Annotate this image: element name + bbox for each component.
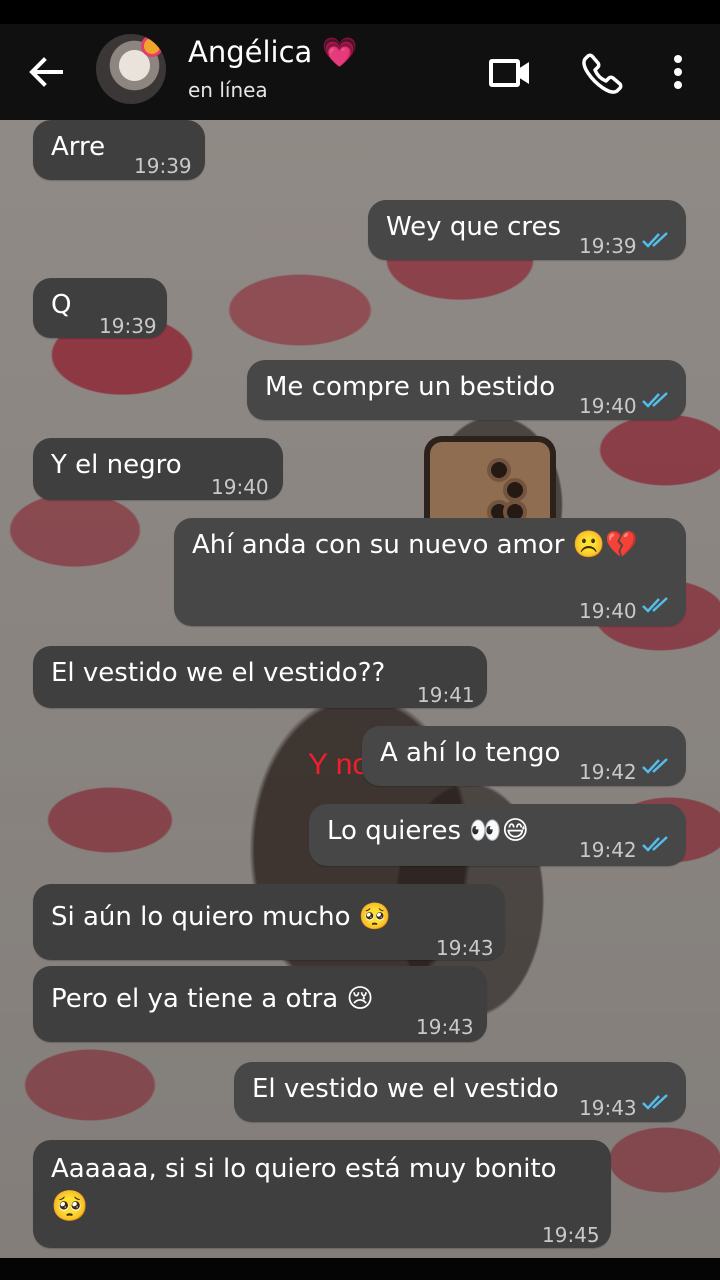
contact-info[interactable]: Angélica 💗 en línea xyxy=(188,36,358,102)
message-time: 19:39 xyxy=(99,314,157,338)
message-text: A ahí lo tengo xyxy=(380,738,561,768)
message-time: 19:43 xyxy=(416,1015,474,1039)
chat-header: Angélica 💗 en línea xyxy=(0,24,720,120)
double-check-icon xyxy=(642,392,668,408)
contact-avatar[interactable] xyxy=(96,34,166,104)
message-time: 19:40 xyxy=(579,599,637,623)
voice-call-icon[interactable] xyxy=(578,48,626,96)
message-time: 19:43 xyxy=(579,1096,637,1120)
outgoing-message[interactable]: Ahí anda con su nuevo amor ☹️💔 19:40 xyxy=(174,518,686,626)
message-text: Wey que cres xyxy=(386,212,562,242)
message-time: 19:41 xyxy=(417,683,475,707)
outgoing-message[interactable]: Lo quieres 👀😅 19:42 xyxy=(309,804,686,866)
incoming-message[interactable]: Aaaaaa, si si lo quiero está muy bonito … xyxy=(33,1140,611,1248)
double-check-icon xyxy=(642,232,668,248)
incoming-message[interactable]: Q 19:39 xyxy=(33,278,167,338)
outgoing-message[interactable]: A ahí lo tengo 19:42 xyxy=(362,726,686,786)
message-time: 19:45 xyxy=(542,1223,600,1247)
incoming-message[interactable]: Y el negro 19:40 xyxy=(33,438,283,500)
status-bar xyxy=(0,0,720,24)
more-options-icon[interactable] xyxy=(654,48,702,96)
incoming-message[interactable]: El vestido we el vestido?? 19:41 xyxy=(33,646,487,708)
double-check-icon xyxy=(642,1094,668,1110)
message-time: 19:40 xyxy=(579,394,637,418)
message-emoji: 🥺 xyxy=(51,1189,89,1224)
message-text: Pero el ya tiene a otra 😢 xyxy=(51,984,374,1014)
message-text: El vestido we el vestido?? xyxy=(51,658,386,688)
incoming-message[interactable]: Si aún lo quiero mucho 🥺 19:43 xyxy=(33,884,505,960)
contact-name: Angélica 💗 xyxy=(188,35,358,69)
back-arrow-icon[interactable] xyxy=(22,48,70,96)
message-time: 19:40 xyxy=(211,475,269,499)
outgoing-message[interactable]: Me compre un bestido 19:40 xyxy=(247,360,686,420)
outgoing-message[interactable]: El vestido we el vestido 19:43 xyxy=(234,1062,686,1122)
outgoing-message[interactable]: Wey que cres 19:39 xyxy=(368,200,686,260)
incoming-message[interactable]: Pero el ya tiene a otra 😢 19:43 xyxy=(33,966,487,1042)
video-call-icon[interactable] xyxy=(486,48,534,96)
message-text: Si aún lo quiero mucho 🥺 xyxy=(51,902,392,932)
double-check-icon xyxy=(642,836,668,852)
message-text: El vestido we el vestido xyxy=(252,1074,559,1104)
bottom-bar xyxy=(0,1258,720,1280)
double-check-icon xyxy=(642,758,668,774)
message-text: Me compre un bestido xyxy=(265,372,556,402)
message-text: Arre xyxy=(51,132,106,162)
contact-status: en línea xyxy=(188,78,268,102)
message-text: Lo quieres 👀😅 xyxy=(327,816,529,846)
message-time: 19:39 xyxy=(134,154,192,178)
chat-background[interactable]: Arre 19:39 Wey que cres 19:39 Q 19:39 Me… xyxy=(0,120,720,1258)
message-text: Aaaaaa, si si lo quiero está muy bonito xyxy=(51,1154,557,1184)
phone-camera-lens xyxy=(503,478,527,502)
phone-camera-lens xyxy=(487,458,511,482)
message-text: Q xyxy=(51,290,72,320)
avatar-flower-icon xyxy=(144,38,160,54)
message-text: Ahí anda con su nuevo amor ☹️💔 xyxy=(192,530,638,560)
incoming-message[interactable]: Arre 19:39 xyxy=(33,120,205,180)
message-time: 19:39 xyxy=(579,234,637,258)
message-time: 19:43 xyxy=(436,936,494,960)
message-text: Y el negro xyxy=(51,450,182,480)
message-time: 19:42 xyxy=(579,760,637,784)
double-check-icon xyxy=(642,597,668,613)
message-time: 19:42 xyxy=(579,838,637,862)
